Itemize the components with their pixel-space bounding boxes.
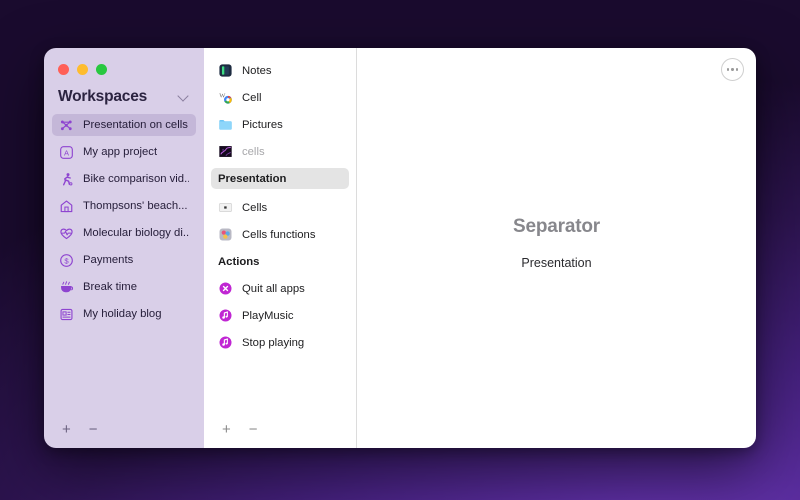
sidebar-item-label: My app project [83, 146, 158, 158]
minimize-button[interactable] [77, 63, 88, 75]
list-item[interactable]: cells [211, 141, 349, 162]
add-item-button[interactable]: + [222, 422, 231, 437]
chrome-bookmark-icon: W [218, 90, 233, 105]
news-card-icon [59, 307, 74, 322]
sidebar-item[interactable]: My holiday blog [52, 303, 196, 325]
remove-workspace-button[interactable]: − [89, 422, 98, 437]
sidebar-item[interactable]: Thompsons' beach... [52, 195, 196, 217]
list-item-label: Cell [242, 91, 262, 104]
shortcut-app-icon [218, 227, 233, 242]
ellipsis-circle-icon[interactable] [721, 58, 744, 81]
folder-icon [218, 117, 233, 132]
list-item[interactable]: Cells functions [211, 224, 349, 245]
list-section-label: Presentation [218, 172, 287, 185]
chevron-down-icon[interactable] [178, 91, 190, 103]
node-graph-icon [59, 118, 74, 133]
detail-title: Separator [513, 216, 600, 237]
detail-subtitle: Presentation [521, 256, 592, 270]
list-item-label: Notes [242, 64, 272, 77]
letter-a-box-icon: A [59, 145, 74, 160]
sidebar-item-label: My holiday blog [83, 308, 162, 320]
items-panel: Notes W Cell Pictures cells Presentation … [204, 48, 357, 448]
heart-pulse-icon [59, 226, 74, 241]
items-footer-toolbar: + − [204, 410, 356, 448]
remove-item-button[interactable]: − [249, 422, 258, 437]
house-icon [59, 199, 74, 214]
list-item[interactable]: Cells [211, 197, 349, 218]
app-window: Workspaces Presentation on cells A My app… [44, 48, 756, 448]
list-item-label: PlayMusic [242, 309, 294, 322]
list-item[interactable]: Quit all apps [211, 278, 349, 299]
close-button[interactable] [58, 63, 69, 75]
sidebar-item-label: Molecular biology di... [83, 227, 189, 239]
desktop-background: Workspaces Presentation on cells A My app… [0, 0, 800, 500]
sidebar-item[interactable]: Molecular biology di... [52, 222, 196, 244]
list-item-label: Stop playing [242, 336, 305, 349]
items-list: Notes W Cell Pictures cells Presentation … [204, 48, 356, 410]
numbers-app-icon [218, 200, 233, 215]
svg-text:A: A [64, 148, 69, 157]
notes-app-icon [218, 63, 233, 78]
ellipsis-dot [735, 68, 739, 71]
list-item-label: Pictures [242, 118, 283, 131]
sidebar-item-label: Payments [83, 254, 134, 266]
ellipsis-dot [731, 68, 734, 71]
list-section-label: Actions [218, 255, 260, 268]
list-item-label: Cells [242, 201, 268, 214]
list-item[interactable]: Pictures [211, 114, 349, 135]
list-item[interactable]: Notes [211, 60, 349, 81]
quit-circle-icon [218, 281, 233, 296]
music-note-circle-icon [218, 335, 233, 350]
runner-icon [59, 172, 74, 187]
sidebar-footer-toolbar: + − [44, 410, 204, 448]
list-item-label: Quit all apps [242, 282, 305, 295]
add-workspace-button[interactable]: + [62, 422, 71, 437]
list-item[interactable]: PlayMusic [211, 305, 349, 326]
sidebar-item-label: Thompsons' beach... [83, 200, 188, 212]
hot-drink-icon [59, 280, 74, 295]
sidebar-header[interactable]: Workspaces [44, 78, 204, 112]
list-header: Presentation [211, 168, 349, 189]
sidebar-item-label: Presentation on cells [83, 119, 188, 131]
list-section: Actions [211, 251, 349, 272]
svg-text:$: $ [64, 256, 69, 265]
list-item[interactable]: W Cell [211, 87, 349, 108]
list-item-label: cells [242, 145, 265, 158]
maximize-button[interactable] [96, 63, 107, 75]
sidebar-item[interactable]: A My app project [52, 141, 196, 163]
sidebar-item[interactable]: $ Payments [52, 249, 196, 271]
sidebar-item-label: Bike comparison vid... [83, 173, 189, 185]
workspaces-list: Presentation on cells A My app project Bi… [44, 112, 204, 410]
list-item[interactable]: Stop playing [211, 332, 349, 353]
dollar-circle-icon: $ [59, 253, 74, 268]
ellipsis-dot [726, 68, 730, 71]
sidebar-item-label: Break time [83, 281, 137, 293]
sidebar-item[interactable]: Bike comparison vid... [52, 168, 196, 190]
window-traffic-lights [44, 48, 204, 78]
sidebar-item[interactable]: Presentation on cells [52, 114, 196, 136]
music-note-circle-icon [218, 308, 233, 323]
workspaces-sidebar: Workspaces Presentation on cells A My app… [44, 48, 204, 448]
sidebar-title: Workspaces [58, 88, 148, 105]
image-thumbnail-icon [218, 144, 233, 159]
sidebar-item[interactable]: Break time [52, 276, 196, 298]
detail-panel: Separator Presentation [357, 48, 756, 448]
list-item-label: Cells functions [242, 228, 316, 241]
